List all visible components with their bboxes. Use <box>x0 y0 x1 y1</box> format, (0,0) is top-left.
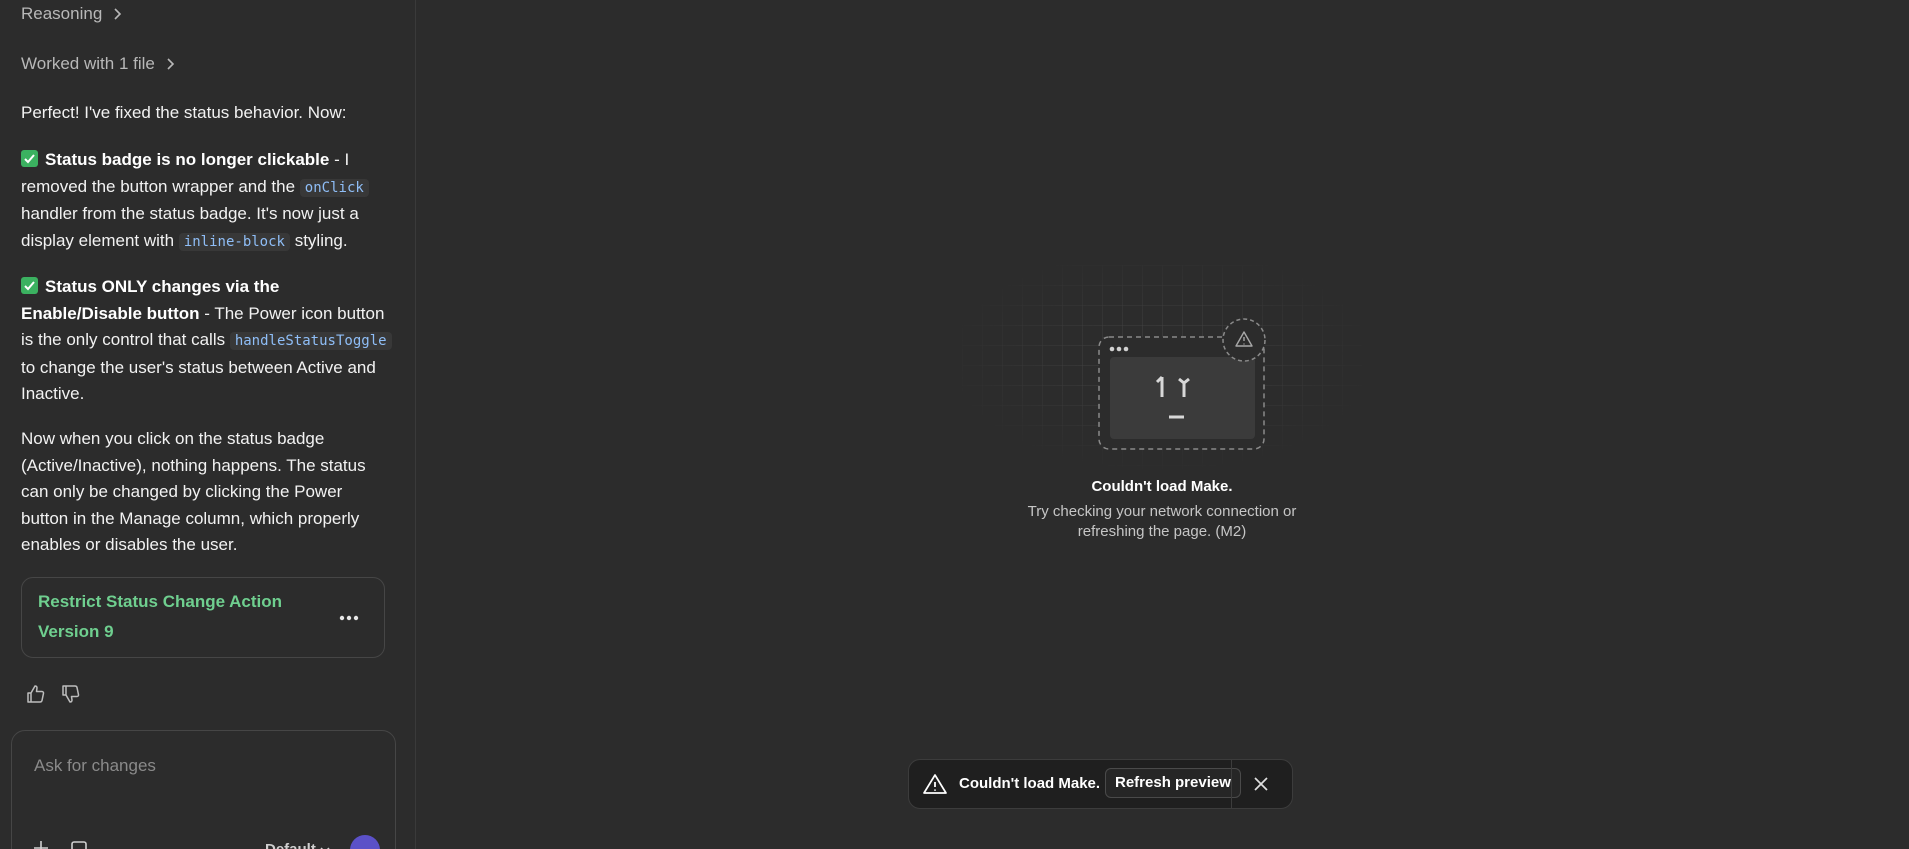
point-1-heading: Status badge is no longer clickable <box>45 150 330 169</box>
close-icon[interactable] <box>1249 772 1273 796</box>
error-illustration <box>962 265 1362 475</box>
composer: Default <box>11 730 396 849</box>
reasoning-toggle[interactable]: Reasoning <box>21 4 124 24</box>
error-description: Try checking your network connection or … <box>962 502 1362 542</box>
code-onclick: onClick <box>299 178 369 197</box>
error-title: Couldn't load Make. <box>1091 478 1233 495</box>
error-description-line: refreshing the page. (M2) <box>1077 523 1247 540</box>
plus-icon[interactable] <box>30 837 52 849</box>
error-description-line: Try checking your network connection or <box>1027 503 1297 520</box>
chat-panel: Reasoning Worked with 1 file Perfect! I'… <box>0 0 416 849</box>
chevron-right-icon <box>114 8 122 20</box>
toast-divider <box>1231 760 1232 808</box>
message-point-2: Status ONLY changes via the Enable/Disab… <box>21 274 393 408</box>
chevron-right-icon <box>167 58 174 70</box>
warning-icon <box>923 774 947 794</box>
reasoning-label: Reasoning <box>21 4 103 23</box>
artifact-version: Version 9 <box>38 622 114 641</box>
point-2-text: to change the user's status between Acti… <box>21 357 376 404</box>
attach-icon[interactable] <box>68 837 90 849</box>
message-point-1: Status badge is no longer clickable - I … <box>21 147 393 255</box>
mode-label: Default <box>265 841 316 849</box>
preview-panel: Couldn't load Make. Try checking your ne… <box>417 0 1909 849</box>
artifact-card[interactable]: Restrict Status Change Action Version 9 <box>21 577 385 658</box>
send-button[interactable] <box>350 835 380 849</box>
worked-files-label: Worked with 1 file <box>21 54 155 73</box>
worked-files-toggle[interactable]: Worked with 1 file <box>21 54 177 74</box>
mode-select[interactable]: Default <box>265 841 330 849</box>
refresh-preview-button[interactable]: Refresh preview <box>1105 768 1241 798</box>
thumbs-up-icon[interactable] <box>24 682 48 706</box>
thumbs-down-icon[interactable] <box>59 682 83 706</box>
check-icon <box>21 277 38 294</box>
code-handle-status-toggle: handleStatusToggle <box>229 332 392 350</box>
artifact-title: Restrict Status Change Action <box>38 592 283 611</box>
check-icon <box>21 150 38 167</box>
more-icon[interactable] <box>334 606 364 630</box>
point-1-text: styling. <box>289 230 348 250</box>
error-toast: Couldn't load Make. Refresh preview <box>908 759 1293 809</box>
message-summary: Now when you click on the status badge (… <box>21 429 366 554</box>
toast-message: Couldn't load Make. <box>959 775 1101 792</box>
app-window: Reasoning Worked with 1 file Perfect! I'… <box>0 0 1909 849</box>
code-inline-block: inline-block <box>178 232 290 251</box>
message-intro: Perfect! I've fixed the status behavior.… <box>21 103 347 122</box>
chat-input[interactable] <box>32 755 376 777</box>
